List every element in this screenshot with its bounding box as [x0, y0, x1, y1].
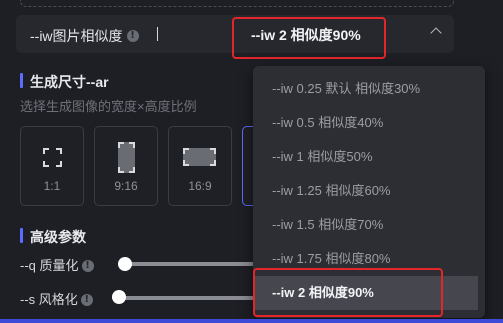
quality-label-text: --q 质量化: [20, 258, 79, 273]
quality-label: --q 质量化!: [20, 255, 94, 274]
ratio-label: 9:16: [114, 179, 138, 193]
style-slider-track[interactable]: [112, 296, 258, 300]
ratio-card-1-1[interactable]: 1:1: [20, 126, 84, 206]
size-section-subtitle: 选择生成图像的宽度×高度比例: [20, 99, 197, 114]
ratio-card-16-9[interactable]: 16:9: [168, 126, 232, 206]
size-section-title: 生成尺寸--ar: [20, 72, 109, 92]
quality-slider-track[interactable]: [118, 262, 258, 266]
info-icon[interactable]: !: [81, 259, 94, 272]
ratio-label: 16:9: [188, 179, 212, 193]
landscape-icon: [183, 148, 216, 166]
dropdown-option[interactable]: --iw 1.25 相似度60%: [253, 176, 478, 206]
iw-label: --iw图片相似度!: [30, 26, 139, 46]
dropdown-option[interactable]: --iw 1.5 相似度70%: [253, 210, 478, 240]
info-icon[interactable]: !: [126, 30, 139, 43]
style-label: --s 风格化!: [20, 289, 93, 308]
text-cursor: [157, 27, 158, 41]
quality-slider-handle[interactable]: [118, 257, 132, 271]
info-icon[interactable]: !: [80, 293, 93, 306]
chevron-up-icon[interactable]: [430, 27, 442, 39]
ratio-label: 1:1: [43, 179, 61, 193]
dropdown-option[interactable]: --iw 1 相似度50%: [253, 142, 478, 172]
square-icon: [43, 148, 62, 167]
advanced-section-title: 高级参数: [20, 227, 86, 247]
highlight-box-selected-value: [232, 17, 386, 59]
dropdown-option[interactable]: --iw 0.5 相似度40%: [253, 108, 478, 138]
iw-label-text: --iw图片相似度: [30, 28, 123, 44]
style-slider-handle[interactable]: [112, 290, 126, 304]
bottom-accent-bar: [0, 319, 503, 323]
ratio-card-9-16[interactable]: 9:16: [94, 126, 158, 206]
previous-panel-edge: [20, 0, 454, 7]
style-label-text: --s 风格化: [20, 292, 78, 307]
highlight-box-selected-option: [253, 268, 443, 317]
portrait-icon: [118, 142, 135, 173]
dropdown-option[interactable]: --iw 0.25 默认 相似度30%: [253, 74, 478, 104]
